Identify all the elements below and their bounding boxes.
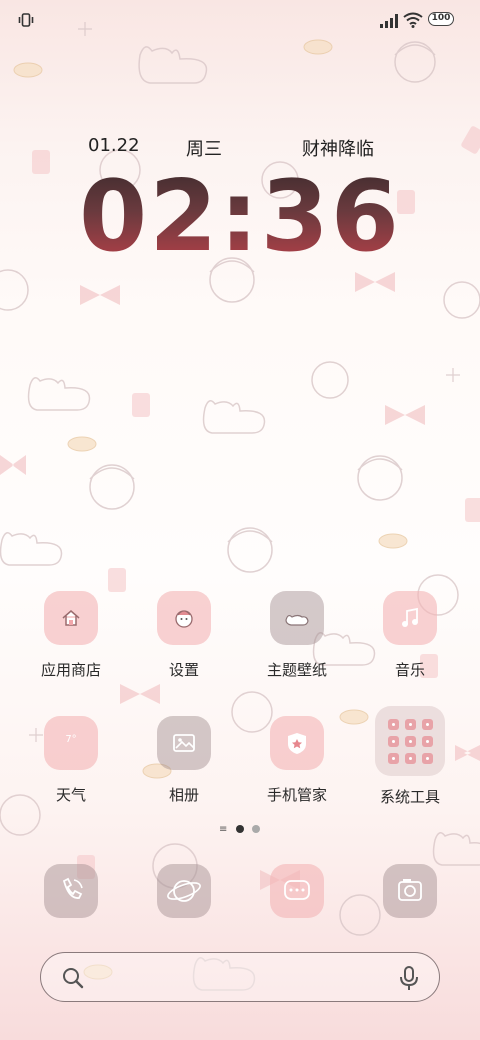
app-gallery[interactable]: 相册 [129, 716, 239, 805]
browser-icon[interactable] [157, 864, 211, 918]
search-bar[interactable] [40, 952, 440, 1002]
app-label: 应用商店 [40, 661, 101, 679]
menu-icon[interactable]: ≡ [219, 825, 227, 835]
phone-manager-icon[interactable] [270, 716, 324, 770]
weekday-text: 周三 [186, 139, 222, 160]
clock-widget[interactable]: 02:36 [0, 160, 480, 274]
app-label: 主题壁纸 [266, 661, 327, 679]
app-weather[interactable]: 7° 天气 [16, 716, 126, 805]
gallery-icon[interactable] [157, 716, 211, 770]
wifi-icon [403, 12, 423, 32]
weather-icon[interactable]: 7° [44, 716, 98, 770]
greeting-text: 财神降临 [302, 139, 374, 160]
app-label: 系统工具 [379, 788, 440, 806]
app-music[interactable]: 音乐 [355, 591, 465, 680]
music-icon[interactable] [383, 591, 437, 645]
app-folder-system-tools[interactable]: 系统工具 [355, 706, 465, 807]
app-label: 相册 [168, 786, 199, 804]
app-theme[interactable]: 主题壁纸 [242, 591, 352, 680]
status-bar: 100 [0, 0, 480, 40]
phone-icon[interactable] [44, 864, 98, 918]
folder-icon[interactable] [375, 706, 445, 776]
date-row: 01.22 周三 财神降临 [0, 135, 480, 161]
app-label: 音乐 [394, 661, 425, 679]
messages-icon[interactable] [270, 864, 324, 918]
app-appstore[interactable]: 应用商店 [16, 591, 126, 680]
camera-icon[interactable] [383, 864, 437, 918]
settings-icon[interactable] [157, 591, 211, 645]
page-dot-active[interactable] [236, 825, 244, 833]
theme-icon[interactable] [270, 591, 324, 645]
weather-temp: 7° [65, 734, 77, 745]
app-label: 手机管家 [266, 786, 327, 804]
vibrate-icon [18, 12, 34, 32]
date-text: 01.22 [88, 135, 140, 156]
app-label: 天气 [55, 786, 86, 804]
app-settings[interactable]: 设置 [129, 591, 239, 680]
signal-icon [380, 13, 400, 32]
microphone-icon[interactable] [399, 965, 419, 995]
app-label: 设置 [168, 661, 199, 679]
page-dot[interactable] [252, 825, 260, 833]
app-phone-manager[interactable]: 手机管家 [242, 716, 352, 805]
page-indicator[interactable]: ≡ [0, 824, 480, 836]
battery-indicator: 100 [428, 12, 454, 26]
search-icon[interactable] [61, 966, 85, 994]
app-store-icon[interactable] [44, 591, 98, 645]
